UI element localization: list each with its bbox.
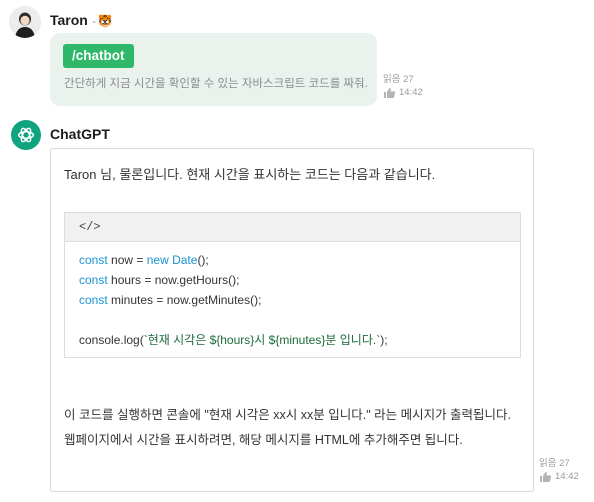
code-icon: </> [65,213,520,242]
code-token: minutes = now.getMinutes(); [107,293,262,307]
code-line: const hours = now.getHours(); [79,270,506,290]
code-string: 현재 시각은 ${hours}시 ${minutes}분 입니다. [147,333,377,347]
code-token: `); [376,333,388,347]
code-token: hours = now.getHours(); [107,273,240,287]
read-count: 읽음 27 [383,74,414,85]
code-keyword: const [79,273,108,287]
user-message-meta: 읽음 27 14:42 [383,73,423,99]
user-name-separator: - [91,14,96,28]
user-name-text: Taron [50,12,88,28]
code-keyword: Date [172,253,198,267]
message-time: 14:42 [555,471,579,482]
user-avatar[interactable] [9,6,41,38]
user-name: Taron - 🐯 [50,12,113,28]
bot-message-card: Taron 님, 물론입니다. 현재 시간을 표시하는 코드는 다음과 같습니다… [50,148,534,492]
code-keyword: const [79,293,108,307]
chatgpt-avatar[interactable] [11,120,41,150]
code-token: console.log(` [79,333,148,347]
user-message-bubble: /chatbot 간단하게 지금 시간을 확인할 수 있는 자바스크립트 코드를… [50,33,377,106]
thumbs-up-icon[interactable] [383,87,396,99]
code-line: console.log(`현재 시각은 ${hours}시 ${minutes}… [79,330,506,350]
user-message-text: 간단하게 지금 시간을 확인할 수 있는 자바스크립트 코드를 짜줘. [64,78,368,90]
code-line: const now = new Date(); [79,250,506,270]
code-line: const minutes = now.getMinutes(); [79,290,506,310]
openai-logo-icon [17,127,35,143]
code-content: const now = new Date(); const hours = now… [65,242,520,350]
bot-message-meta: 읽음 27 14:42 [539,457,579,483]
thumbs-up-icon[interactable] [539,471,552,483]
code-token: (); [197,253,209,267]
message-time: 14:42 [399,87,423,98]
code-block: </> const now = new Date(); const hours =… [64,212,521,358]
read-count: 읽음 27 [539,458,570,469]
tiger-emoji-icon: 🐯 [97,14,113,28]
bot-intro-text: Taron 님, 물론입니다. 현재 시간을 표시하는 코드는 다음과 같습니다… [64,167,436,182]
code-keyword: new [146,253,169,267]
slash-command-chip[interactable]: /chatbot [63,44,134,68]
bot-outro-text: 이 코드를 실행하면 콘솔에 "현재 시각은 xx시 xx분 입니다." 라는 … [64,408,512,447]
code-token: now = [107,253,147,267]
chatgpt-name: ChatGPT [50,126,110,142]
code-keyword: const [79,253,108,267]
